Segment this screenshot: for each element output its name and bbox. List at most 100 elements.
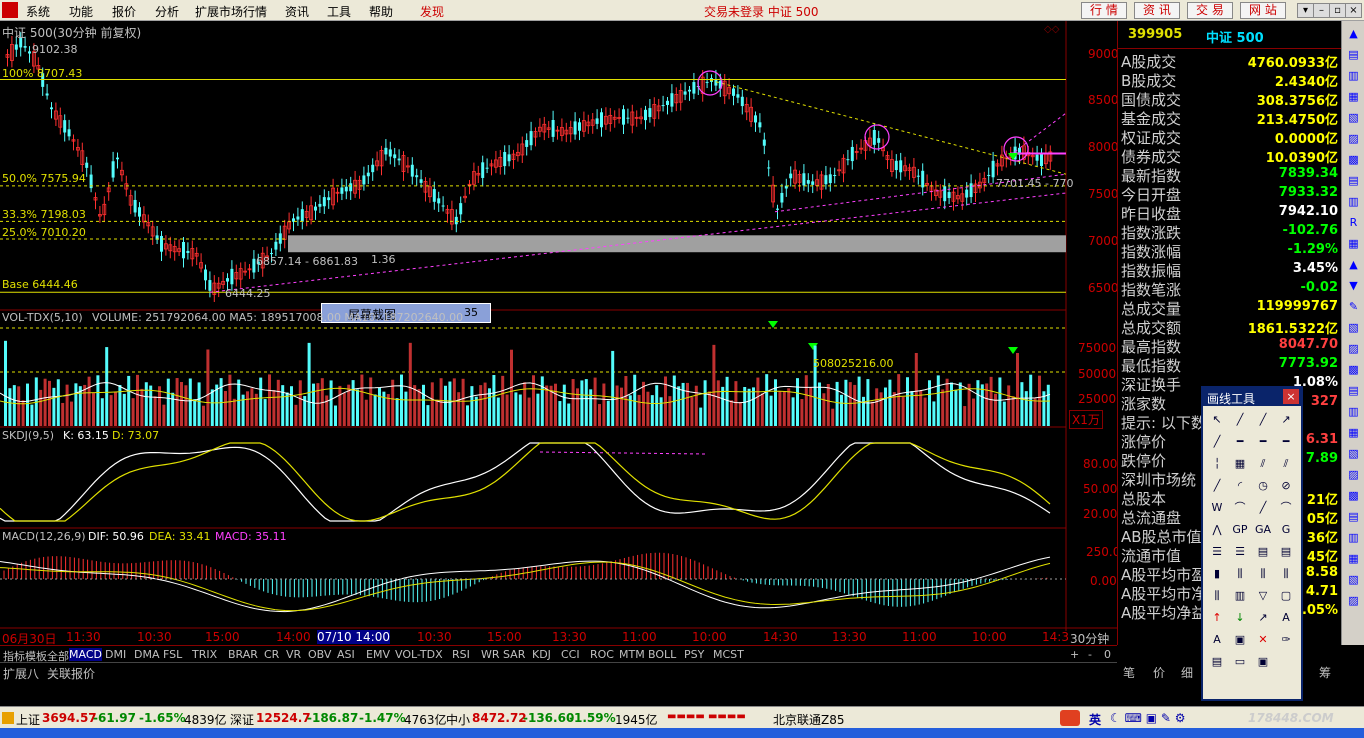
drawing-tool-22-icon[interactable]: GA	[1252, 520, 1274, 540]
bar-icon[interactable]: ▩	[1346, 363, 1361, 378]
indicator-tab-13[interactable]: EMV	[366, 648, 390, 661]
bar-icon[interactable]: ▥	[1346, 69, 1361, 84]
indicator-tab-22[interactable]: BOLL	[648, 648, 676, 661]
drawing-tool-32-icon[interactable]: ⫼	[1206, 586, 1228, 606]
indicator-tab-14[interactable]: VOL-TDX	[395, 648, 443, 661]
arrow-down-icon[interactable]: ▼	[1346, 279, 1361, 294]
indicator-tab-7[interactable]: TRIX	[192, 648, 217, 661]
bar-icon[interactable]: ▩	[1346, 489, 1361, 504]
indicator-tab-21[interactable]: MTM	[619, 648, 645, 661]
drawing-tool-17-icon[interactable]: ⌒	[1229, 498, 1251, 518]
drawing-tool-23-icon[interactable]: G	[1275, 520, 1297, 540]
drawing-tool-39-icon[interactable]: A	[1275, 608, 1297, 628]
bar-icon[interactable]: ▧	[1346, 573, 1361, 588]
sh-label[interactable]: 上证	[16, 711, 40, 728]
diamond-icon[interactable]: ◇◇	[1044, 24, 1059, 35]
menu-item-analysis[interactable]: 分析	[155, 3, 179, 20]
drawing-tool-33-icon[interactable]: ▥	[1229, 586, 1251, 606]
menu-item-ext-market[interactable]: 扩展市场行情	[195, 3, 267, 20]
bar-icon[interactable]: ▧	[1346, 111, 1361, 126]
panel-tab-chips[interactable]: 筹	[1319, 664, 1331, 681]
menu-item-discover[interactable]: 发现	[420, 3, 444, 20]
bar-icon[interactable]: ▦	[1346, 90, 1361, 105]
bar-icon[interactable]: ▧	[1346, 447, 1361, 462]
indicator-tab-19[interactable]: CCI	[561, 648, 580, 661]
indicator-tab-9[interactable]: CR	[264, 648, 279, 661]
drawing-tool-31-icon[interactable]: ⫼	[1275, 564, 1297, 584]
indicator-tab-3[interactable]: MACD	[69, 648, 102, 661]
bar-icon[interactable]: ▨	[1346, 594, 1361, 609]
drawing-tool-19-icon[interactable]: ⌒	[1275, 498, 1297, 518]
drawing-tool-30-icon[interactable]: ⫼	[1252, 564, 1274, 584]
indicator-tab-8[interactable]: BRAR	[228, 648, 258, 661]
bar-icon[interactable]: ▤	[1346, 510, 1361, 525]
bar-icon[interactable]: ▤	[1346, 174, 1361, 189]
indicator-tab-6[interactable]: FSL	[163, 648, 182, 661]
bar-icon[interactable]: ▦	[1346, 552, 1361, 567]
zoom-reset-button[interactable]: 0	[1104, 648, 1111, 661]
dropdown-icon[interactable]: ▾	[1297, 3, 1314, 18]
menu-item-news[interactable]: 资讯	[285, 3, 309, 20]
drawing-tool-1-icon[interactable]: ╱	[1229, 410, 1251, 430]
menu-item-tools[interactable]: 工具	[327, 3, 351, 20]
pen-icon[interactable]: ✎	[1346, 300, 1361, 315]
drawing-tool-29-icon[interactable]: ⫼	[1229, 564, 1251, 584]
drawing-tool-3-icon[interactable]: ↗	[1275, 410, 1297, 430]
drawing-tool-36-icon[interactable]: ↑	[1206, 608, 1228, 628]
drawing-tool-9-icon[interactable]: ▦	[1229, 454, 1251, 474]
drawing-tool-38-icon[interactable]: ↗	[1252, 608, 1274, 628]
indicator-tab-20[interactable]: ROC	[590, 648, 614, 661]
website-button[interactable]: 网 站	[1240, 2, 1286, 19]
drawing-tool-8-icon[interactable]: ╎	[1206, 454, 1228, 474]
tab-ext8[interactable]: 扩展八	[3, 665, 39, 682]
bar-icon[interactable]: ▨	[1346, 132, 1361, 147]
drawing-tool-4-icon[interactable]: ╱	[1206, 432, 1228, 452]
ime-mode[interactable]: 英	[1089, 711, 1101, 728]
drawing-tool-35-icon[interactable]: ▢	[1275, 586, 1297, 606]
arrow-up-icon[interactable]: ▲	[1346, 258, 1361, 273]
menu-item-quote[interactable]: 报价	[112, 3, 136, 20]
drawing-tool-27-icon[interactable]: ▤	[1275, 542, 1297, 562]
menu-item-system[interactable]: 系统	[26, 3, 50, 20]
zoom-out-button[interactable]: -	[1088, 648, 1092, 661]
rsi-icon[interactable]: R	[1346, 216, 1361, 231]
bar-icon[interactable]: ▦	[1346, 426, 1361, 441]
drawing-tool-37-icon[interactable]: ↓	[1229, 608, 1251, 628]
drawing-tool-7-icon[interactable]: ━	[1275, 432, 1297, 452]
bar-icon[interactable]: ▥	[1346, 531, 1361, 546]
bar-icon[interactable]: ▥	[1346, 195, 1361, 210]
kline-chart-area[interactable]: 中证 500(30分钟 前复权) 9102.38 100% 8707.43 50…	[0, 21, 1120, 646]
bar-icon[interactable]: ▤	[1346, 48, 1361, 63]
indicator-tab-16[interactable]: WR	[481, 648, 500, 661]
drawing-tool-titlebar[interactable]: 画线工具 ×	[1203, 388, 1301, 406]
drawing-tool-14-icon[interactable]: ◷	[1252, 476, 1274, 496]
close-icon[interactable]: ×	[1345, 3, 1362, 18]
drawing-tool-6-icon[interactable]: ━	[1252, 432, 1274, 452]
sz-label[interactable]: 深证	[230, 711, 254, 728]
drawing-tool-11-icon[interactable]: ⫽	[1275, 454, 1297, 474]
drawing-tool-47-icon[interactable]	[1275, 652, 1297, 672]
drawing-tool-28-icon[interactable]: ▮	[1206, 564, 1228, 584]
indicator-tab-11[interactable]: OBV	[308, 648, 331, 661]
panel-tab-price[interactable]: 价	[1153, 664, 1165, 681]
menu-item-help[interactable]: 帮助	[369, 3, 393, 20]
tab-related-quote[interactable]: 关联报价	[47, 665, 95, 682]
drawing-tool-42-icon[interactable]: ✕	[1252, 630, 1274, 650]
drawing-tool-20-icon[interactable]: ⋀	[1206, 520, 1228, 540]
indicator-tab-10[interactable]: VR	[286, 648, 301, 661]
drawing-tool-44-icon[interactable]: ▤	[1206, 652, 1228, 672]
trade-button[interactable]: 交 易	[1187, 2, 1233, 19]
drawing-tool-palette[interactable]: 画线工具 × ↖ ╱ ╱ ↗ ╱ ━ ━ ━ ╎ ▦ ⫽ ⫽ ╱ ◜ ◷ ⊘ W ⌒ ╱ ⌒ ⋀ GP GA G ☰ ☰ ▤ ▤ ▮ ⫼ ⫼…	[1201, 386, 1303, 701]
drawing-tool-41-icon[interactable]: ▣	[1229, 630, 1251, 650]
indicator-tab-23[interactable]: PSY	[684, 648, 704, 661]
restore-icon[interactable]: ▫	[1329, 3, 1346, 18]
drawing-tool-2-icon[interactable]: ╱	[1252, 410, 1274, 430]
drawing-tool-0-icon[interactable]: ↖	[1206, 410, 1228, 430]
bar-icon[interactable]: ▨	[1346, 342, 1361, 357]
indicator-tab-24[interactable]: MCST	[713, 648, 744, 661]
drawing-tool-46-icon[interactable]: ▣	[1252, 652, 1274, 672]
indicator-tab-12[interactable]: ASI	[337, 648, 355, 661]
drawing-tool-15-icon[interactable]: ⊘	[1275, 476, 1297, 496]
minimize-icon[interactable]: –	[1313, 3, 1330, 18]
drawing-tool-24-icon[interactable]: ☰	[1206, 542, 1228, 562]
